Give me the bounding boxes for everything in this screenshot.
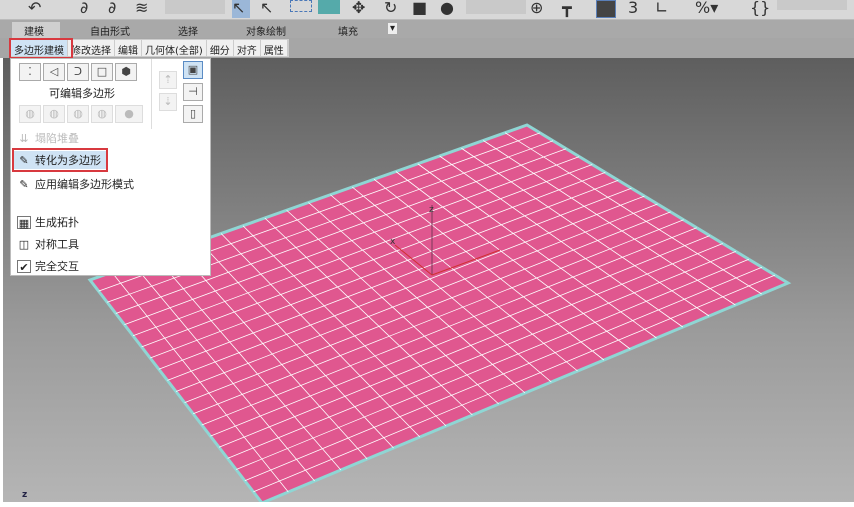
subtab-align[interactable]: 对齐	[234, 40, 261, 57]
collapse-stack-label: 塌陷堆叠	[35, 132, 79, 145]
select-icon[interactable]: ↖	[232, 0, 250, 18]
angle-snap-icon[interactable]: ∟	[655, 0, 668, 18]
generate-topology-button[interactable]: ▦ 生成拓扑	[17, 213, 79, 231]
keyboard-shortcut-icon[interactable]	[596, 0, 616, 18]
apply-edit-poly-label: 应用编辑多边形模式	[35, 178, 134, 191]
gizmo-x-label: x	[390, 237, 396, 247]
highlight-box	[12, 148, 108, 172]
snap-icon[interactable]: 3	[628, 0, 638, 18]
tab-modeling[interactable]: 建模	[24, 23, 44, 38]
polygon-icon[interactable]: □	[91, 63, 113, 81]
ribbon-tabs: 建模 自由形式 选择 对象绘制 填充 ▾	[0, 20, 854, 38]
generate-topology-label: 生成拓扑	[35, 216, 79, 229]
rotate-icon[interactable]: ↻	[384, 0, 397, 18]
symmetry-tools-label: 对称工具	[35, 238, 79, 251]
pivot-icon[interactable]: ⊕	[530, 0, 543, 18]
collapse-stack-button: ⇊ 塌陷堆叠	[17, 129, 79, 147]
highlight-box	[9, 38, 73, 59]
full-interaction-label: 完全交互	[35, 260, 79, 273]
tab-selection[interactable]: 选择	[178, 23, 198, 38]
pin-stack-icon[interactable]: ⊣	[183, 83, 203, 101]
ribbon-options-dropdown[interactable]: ▾	[388, 23, 398, 34]
apply-mod-icon: ✎	[19, 177, 29, 191]
scale-icon[interactable]: ■	[412, 0, 427, 18]
select-manipulate-icon[interactable]: ┳	[562, 0, 572, 18]
place-icon[interactable]: ●	[440, 0, 454, 18]
rect-select-icon[interactable]	[290, 0, 312, 12]
edge-icon[interactable]: ◁	[43, 63, 65, 81]
modifier-disabled-icon: ◍	[67, 105, 89, 123]
subtab-edit[interactable]: 编辑	[115, 40, 142, 57]
move-icon[interactable]: ✥	[352, 0, 365, 18]
symmetry-icon: ◫	[18, 237, 30, 251]
modifier-disabled-icon: ●	[115, 105, 143, 123]
viewport-axis-label: z	[22, 490, 28, 500]
polygon-modeling-panel: ⁚ ◁ ᑐ □ ⬢ 可编辑多边形 ◍ ◍ ◍ ◍ ● ⇡ ⇣ ▣ ⊣ ▯ ⇊ 塌陷…	[10, 58, 211, 276]
vertex-icon[interactable]: ⁚	[19, 63, 41, 81]
subtab-geometry-all[interactable]: 几何体(全部)	[142, 40, 207, 57]
unlink-icon[interactable]: ∂	[108, 0, 116, 18]
subtab-subdivision[interactable]: 细分	[207, 40, 234, 57]
border-icon[interactable]: ᑐ	[67, 63, 89, 81]
tab-object-paint[interactable]: 对象绘制	[246, 23, 286, 38]
select-by-name-icon[interactable]: ↖	[260, 0, 273, 18]
element-icon[interactable]: ⬢	[115, 63, 137, 81]
checkbox-checked-icon: ✔	[17, 259, 31, 274]
show-end-result-icon[interactable]: ▣	[183, 61, 203, 79]
main-toolbar: ↶ ∂ ∂ ≋ ↖ ↖ ✥ ↻ ■ ● ⊕ ┳ 3 ∟ %▾ {}	[0, 0, 854, 20]
subtab-modify-selection[interactable]: 修改选择	[68, 40, 115, 57]
section-label: 可编辑多边形	[49, 87, 115, 100]
ribbon-subtabs: 多边形建模 修改选择 编辑 几何体(全部) 细分 对齐 属性	[0, 38, 854, 59]
topology-icon: ▦	[17, 215, 31, 230]
link-icon[interactable]: ∂	[80, 0, 88, 18]
window-crossing-icon[interactable]	[318, 0, 340, 14]
symmetry-tools-button[interactable]: ◫ 对称工具	[17, 235, 79, 253]
subtab-properties[interactable]: 属性	[261, 40, 288, 57]
previous-modifier-icon: ⇡	[159, 71, 177, 89]
chevron-down-icon: ▾	[390, 23, 396, 34]
ref-coord-dropdown[interactable]	[466, 0, 526, 14]
named-selection-sets[interactable]	[777, 0, 847, 10]
full-interaction-checkbox[interactable]: ✔ 完全交互	[17, 257, 79, 275]
modifier-disabled-icon: ◍	[43, 105, 65, 123]
collapse-icon: ⇊	[19, 131, 29, 145]
tab-populate[interactable]: 填充	[338, 23, 358, 38]
apply-edit-poly-button[interactable]: ✎ 应用编辑多边形模式	[17, 175, 134, 193]
tab-freeform[interactable]: 自由形式	[90, 23, 130, 38]
gizmo-z-label: z	[429, 205, 434, 215]
percent-snap-icon[interactable]: %▾	[695, 0, 718, 18]
edit-named-sets-icon[interactable]: {}	[750, 0, 770, 18]
modifier-disabled-icon: ◍	[19, 105, 41, 123]
undo-icon[interactable]: ↶	[28, 0, 41, 18]
selection-filter[interactable]	[165, 0, 225, 14]
next-modifier-icon: ⇣	[159, 93, 177, 111]
modifier-disabled-icon: ◍	[91, 105, 113, 123]
bind-spacewarp-icon[interactable]: ≋	[135, 0, 148, 18]
modify-mode-icon[interactable]: ▯	[183, 105, 203, 123]
